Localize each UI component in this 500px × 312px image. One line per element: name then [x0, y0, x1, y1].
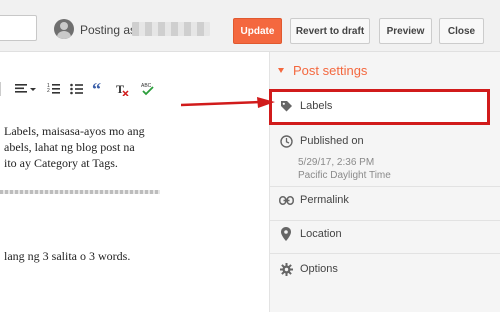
location-item[interactable]: Location	[278, 227, 342, 241]
spellcheck-icon[interactable]: ABC	[140, 80, 156, 98]
divider	[270, 186, 500, 187]
permalink-label: Permalink	[300, 194, 349, 206]
author-name-redacted	[132, 22, 210, 36]
toolbar-divider	[0, 80, 1, 98]
numbered-list-icon[interactable]: 1 2	[47, 80, 61, 98]
revert-to-draft-button[interactable]: Revert to draft	[290, 18, 370, 44]
options-label: Options	[300, 263, 338, 275]
editor-toolbar: 1 2 “ T ABC	[0, 80, 170, 100]
quote-icon[interactable]: “	[92, 80, 101, 98]
labels-label: Labels	[300, 100, 333, 112]
avatar	[54, 19, 74, 39]
post-title-input[interactable]	[0, 15, 37, 41]
gear-icon	[278, 262, 294, 276]
update-button[interactable]: Update	[233, 18, 282, 44]
svg-text:2: 2	[47, 88, 50, 94]
close-button[interactable]: Close	[439, 18, 484, 44]
divider	[270, 220, 500, 221]
options-item[interactable]: Options	[278, 262, 338, 276]
link-icon	[278, 193, 294, 207]
caret-down-icon	[278, 68, 284, 73]
align-icon[interactable]	[15, 80, 37, 98]
published-on-label: Published on	[300, 135, 364, 147]
clock-icon	[278, 134, 294, 148]
clear-formatting-icon[interactable]: T	[115, 80, 129, 98]
editor-text-line: abels, lahat ng blog post na	[4, 140, 135, 154]
posting-as-label: Posting as	[80, 23, 137, 37]
published-date: 5/29/17, 2:36 PM	[298, 157, 375, 168]
annotation-arrow	[181, 97, 275, 108]
labels-item[interactable]: Labels	[278, 99, 332, 113]
top-bar: Posting as Update Revert to draft Previe…	[0, 0, 500, 52]
location-label: Location	[300, 228, 342, 240]
svg-text:T: T	[116, 82, 124, 96]
preview-button[interactable]: Preview	[379, 18, 432, 44]
editor-text-line: lang ng 3 salita o 3 words.	[4, 249, 131, 263]
published-timezone: Pacific Daylight Time	[298, 170, 391, 181]
published-on-item[interactable]: Published on	[278, 134, 364, 148]
editor-text-line: ito ay Category at Tags.	[4, 156, 118, 170]
tag-icon	[278, 99, 294, 113]
post-settings-header[interactable]: Post settings	[278, 63, 367, 78]
bullet-list-icon[interactable]	[70, 80, 84, 98]
location-pin-icon	[278, 227, 294, 241]
post-settings-title: Post settings	[293, 63, 368, 78]
svg-text:ABC: ABC	[141, 83, 152, 89]
editor-text-line: Labels, maisasa-ayos mo ang	[4, 124, 145, 138]
page-break-line	[0, 190, 160, 194]
permalink-item[interactable]: Permalink	[278, 193, 349, 207]
divider	[270, 253, 500, 254]
